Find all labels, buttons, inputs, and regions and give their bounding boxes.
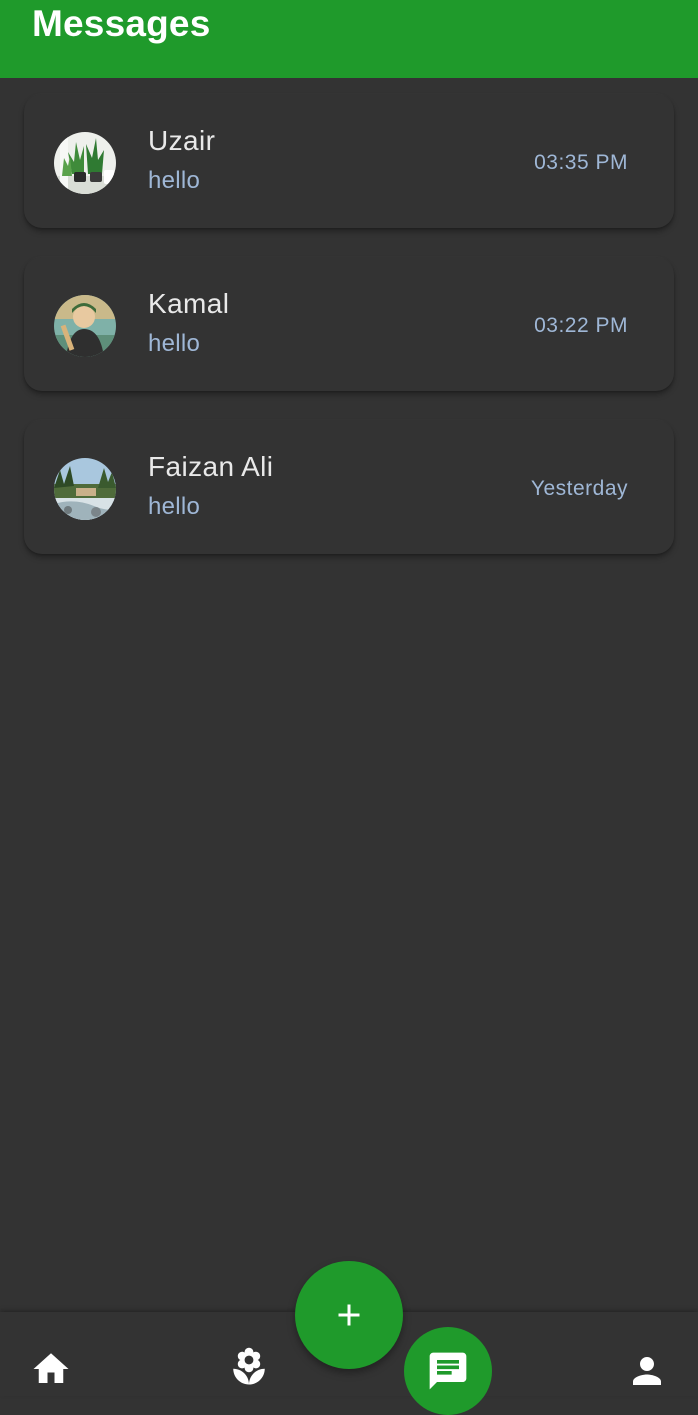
person-icon[interactable] bbox=[626, 1350, 668, 1392]
app-bar: Messages bbox=[0, 0, 698, 78]
contact-name: Faizan Ali bbox=[148, 451, 274, 482]
last-message: hello bbox=[148, 493, 201, 520]
conversation-item[interactable]: Kamal hello 03:22 PM bbox=[24, 257, 674, 391]
last-message: hello bbox=[148, 330, 201, 357]
plus-icon bbox=[338, 1304, 360, 1326]
new-message-button[interactable] bbox=[295, 1261, 403, 1369]
chat-icon bbox=[429, 1352, 467, 1390]
flower-icon[interactable] bbox=[228, 1346, 270, 1388]
conversation-item[interactable]: Uzair hello 03:35 PM bbox=[24, 94, 674, 228]
avatar bbox=[54, 458, 116, 520]
page-title: Messages bbox=[32, 3, 211, 44]
chat-tab-active[interactable] bbox=[404, 1327, 492, 1415]
timestamp: 03:22 PM bbox=[534, 314, 628, 337]
avatar bbox=[54, 295, 116, 357]
contact-name: Uzair bbox=[148, 125, 216, 156]
contact-name: Kamal bbox=[148, 288, 230, 319]
home-icon[interactable] bbox=[30, 1348, 72, 1390]
timestamp: 03:35 PM bbox=[534, 151, 628, 174]
conversation-item[interactable]: Faizan Ali hello Yesterday bbox=[24, 420, 674, 554]
avatar bbox=[54, 132, 116, 194]
timestamp: Yesterday bbox=[530, 477, 628, 500]
last-message: hello bbox=[148, 167, 201, 194]
